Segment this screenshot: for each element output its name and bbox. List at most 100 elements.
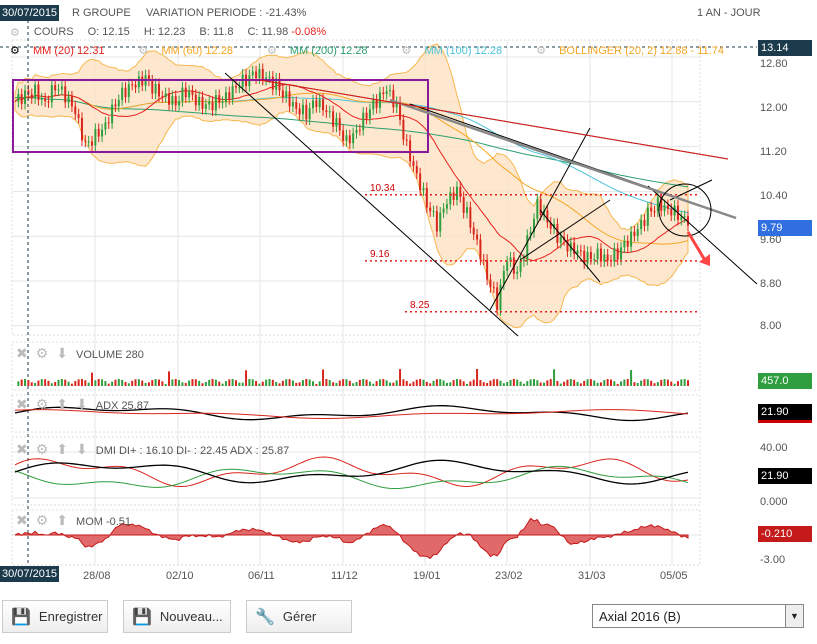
price-chart[interactable]: 10.34 9.16 8.25 <box>0 0 817 590</box>
level-label: 8.25 <box>410 300 430 311</box>
candle <box>683 216 686 218</box>
candle <box>234 85 237 88</box>
volume-bar <box>137 379 140 386</box>
candle <box>228 92 231 100</box>
candle <box>599 248 602 262</box>
volume-bar <box>104 381 107 386</box>
arrow-up-icon[interactable]: ⬆ <box>56 512 68 529</box>
volume-bar <box>74 381 77 386</box>
volume-bar <box>559 383 562 386</box>
volume-bar <box>499 380 502 386</box>
candle <box>666 205 669 210</box>
gear-icon[interactable]: ⚙ <box>36 396 49 413</box>
gear-icon[interactable]: ⚙ <box>36 512 49 529</box>
gear-icon[interactable]: ⚙ <box>36 441 49 458</box>
candle <box>107 122 110 124</box>
volume-bar <box>164 383 167 386</box>
volume-bar <box>308 379 311 386</box>
candle <box>137 76 140 88</box>
volume-bar <box>198 380 201 386</box>
volume-bar <box>372 383 375 386</box>
candle <box>87 141 90 143</box>
volume-bar <box>516 379 519 386</box>
dmi-panel-header: ✖ ⚙ ⬆ ⬇ DMI DI+ : 16.10 DI- : 22.45 ADX : 25… <box>16 441 289 458</box>
candle <box>291 102 294 107</box>
candle <box>295 102 298 109</box>
candle <box>613 248 616 262</box>
candle <box>650 207 653 212</box>
volume-bar <box>141 380 144 386</box>
save-button[interactable]: 💾 Enregistrer <box>2 600 108 633</box>
candle <box>74 106 77 115</box>
candle <box>556 223 559 243</box>
volume-bar <box>593 380 596 386</box>
volume-bar <box>512 379 515 386</box>
gear-icon[interactable]: ⚙ <box>536 45 546 57</box>
chevron-down-icon[interactable]: ▼ <box>785 605 803 627</box>
last-price-badge: 9.79 <box>758 220 812 236</box>
volume-bar <box>332 382 335 386</box>
x-tick: 05/05 <box>660 570 688 582</box>
gear-icon[interactable]: ⚙ <box>267 45 277 57</box>
volume-bar <box>234 380 237 386</box>
volume-bar <box>509 379 512 386</box>
close-icon[interactable]: ✖ <box>16 512 28 529</box>
close-icon[interactable]: ✖ <box>16 345 28 362</box>
candle <box>355 129 358 134</box>
arrow-down-icon[interactable]: ⬇ <box>76 441 88 458</box>
close-icon[interactable]: ✖ <box>16 441 28 458</box>
candle <box>311 100 314 109</box>
volume-bar <box>422 379 425 386</box>
gear-icon[interactable]: ⚙ <box>402 45 412 57</box>
volume-bar <box>442 380 445 386</box>
candle <box>486 259 489 280</box>
close-icon[interactable]: ✖ <box>16 396 28 413</box>
candle <box>30 94 33 99</box>
arrow-up-icon[interactable]: ⬆ <box>56 396 68 413</box>
x-tick: 02/10 <box>166 570 194 582</box>
candle <box>251 71 254 76</box>
bollinger-label: BOLLINGER (20, 2) 12.88 - 11.74 <box>559 45 724 57</box>
save-icon: 💾 <box>132 608 152 626</box>
y-tick: 12.00 <box>760 102 788 114</box>
volume-bar <box>549 379 552 386</box>
gear-icon[interactable]: ⚙ <box>138 45 148 57</box>
candle <box>422 188 425 191</box>
volume-bar <box>87 382 90 386</box>
gear-icon[interactable]: ⚙ <box>36 345 49 362</box>
volume-bar <box>181 382 184 386</box>
volume-bar <box>670 381 673 386</box>
new-button[interactable]: 💾 Nouveau... <box>123 600 231 633</box>
volume-bar <box>338 380 341 386</box>
candle <box>362 112 365 130</box>
new-label: Nouveau... <box>159 609 223 624</box>
candle <box>636 229 639 237</box>
volume-bar <box>636 383 639 386</box>
candle <box>141 76 144 86</box>
mom-label: MOM -0.51 <box>76 516 132 528</box>
candle <box>368 109 371 119</box>
volume-bar <box>676 381 679 386</box>
candle <box>469 207 472 228</box>
candle <box>161 96 164 98</box>
candle <box>191 90 194 95</box>
arrow-up-icon[interactable]: ⬆ <box>56 441 68 458</box>
bollinger-band <box>14 43 689 329</box>
arrow-down-icon[interactable]: ⬇ <box>56 345 68 362</box>
volume-bar <box>486 383 489 386</box>
candle <box>281 90 284 98</box>
candle <box>268 76 271 78</box>
layout-select[interactable]: Axial 2016 (B) ▼ <box>592 604 804 628</box>
volume-bar <box>653 383 656 386</box>
candle <box>382 92 385 95</box>
candle <box>218 95 221 103</box>
candle <box>94 128 97 146</box>
volume-bar <box>459 379 462 386</box>
volume-bar <box>278 383 281 386</box>
gear-icon[interactable]: ⚙ <box>10 45 20 57</box>
arrow-down-icon[interactable]: ⬇ <box>76 396 88 413</box>
manage-button[interactable]: 🔧 Gérer <box>246 600 352 633</box>
volume-bar <box>402 379 405 386</box>
volume-bar <box>67 381 70 386</box>
x-cursor-date: 30/07/2015 <box>0 566 60 582</box>
